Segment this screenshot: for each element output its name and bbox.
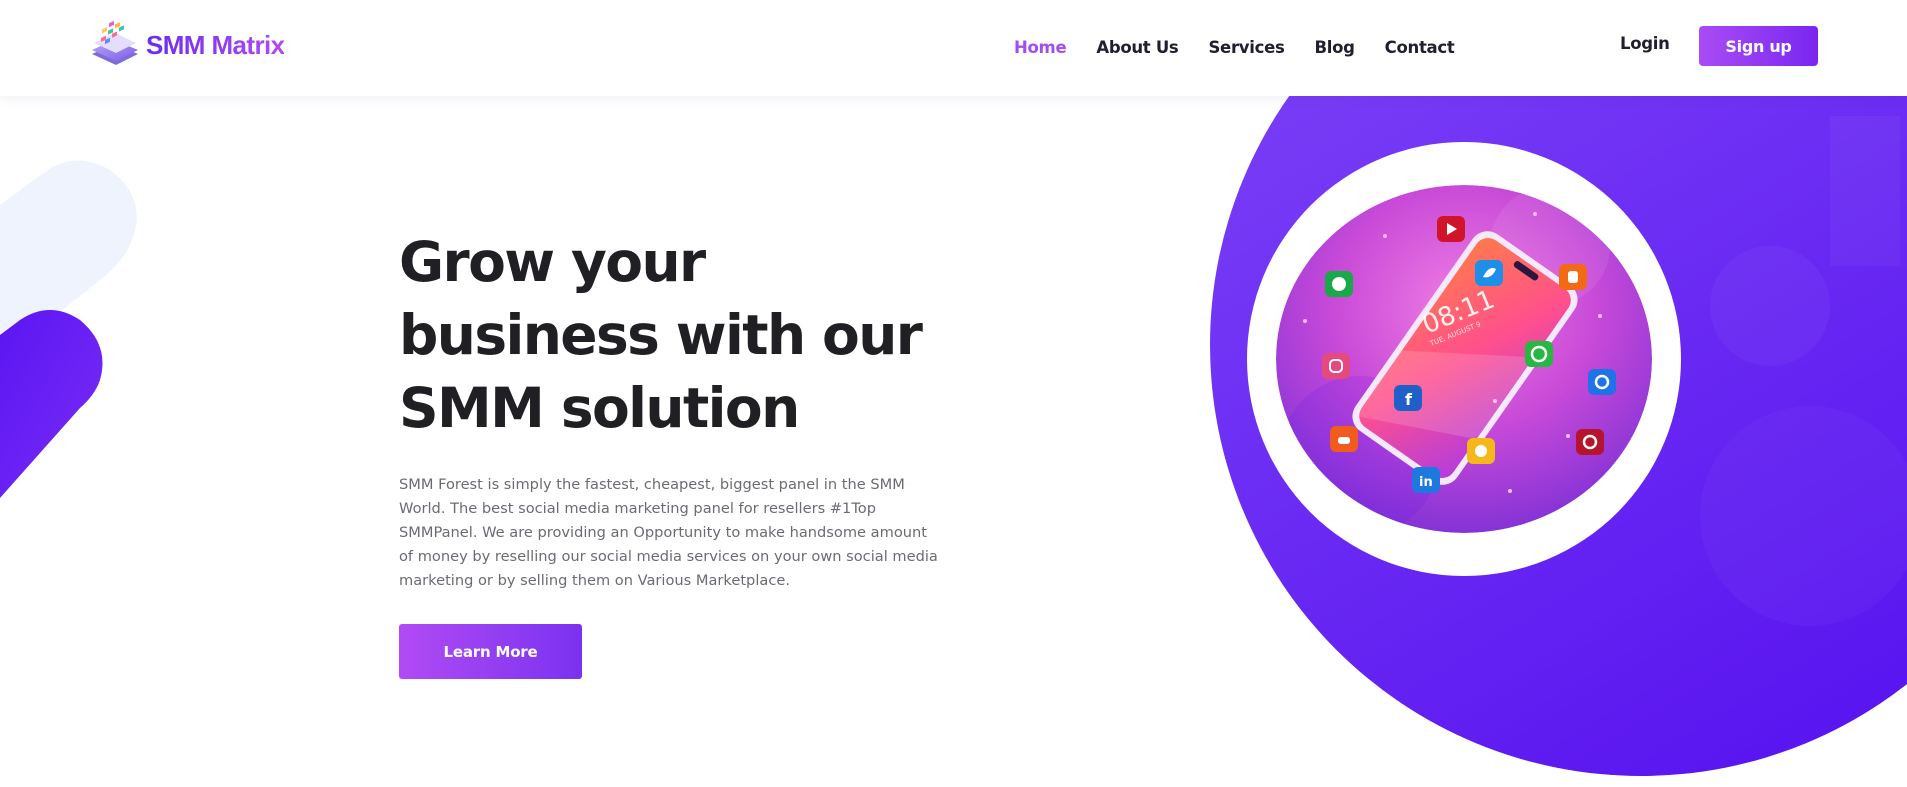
site-header: SMM Matrix Home About Us Services Blog C… xyxy=(0,0,1907,96)
facebook-icon: f xyxy=(1394,385,1422,411)
nav-item-blog[interactable]: Blog xyxy=(1314,38,1354,57)
landing-page: SMM Matrix Home About Us Services Blog C… xyxy=(0,0,1907,787)
pinterest-icon xyxy=(1576,429,1604,455)
nav-item-contact[interactable]: Contact xyxy=(1385,38,1455,57)
snapchat-icon xyxy=(1467,438,1495,464)
hero-title-line: SMM solution xyxy=(399,376,800,440)
brand-name: SMM Matrix xyxy=(146,29,285,60)
hero-description: SMM Forest is simply the fastest, cheape… xyxy=(399,476,938,589)
learn-more-button[interactable]: Learn More xyxy=(399,624,582,679)
linkedin-icon: in xyxy=(1412,467,1440,493)
hero-title-line: Grow your xyxy=(399,230,706,294)
hero-title-line: business with our xyxy=(399,303,923,367)
stacked-layers-icon xyxy=(92,20,138,65)
brand-logo-link[interactable]: SMM Matrix xyxy=(88,20,285,70)
nav-item-home[interactable]: Home xyxy=(1014,38,1067,57)
youtube-icon xyxy=(1437,216,1465,242)
nav-item-about-us[interactable]: About Us xyxy=(1096,38,1178,57)
nav-item-services[interactable]: Services xyxy=(1208,38,1284,57)
whatsapp-icon xyxy=(1525,341,1553,367)
quora-icon xyxy=(1588,369,1616,395)
instagram-icon xyxy=(1322,353,1350,379)
hero-title: Grow your business with our SMM solution xyxy=(399,226,959,445)
signup-button[interactable]: Sign up xyxy=(1699,26,1818,66)
twitter-icon xyxy=(1475,260,1503,286)
decorative-shapes xyxy=(0,160,137,498)
hero-illustration: 08:11 TUE, AUGUST 9 f in xyxy=(1210,96,1907,776)
login-link[interactable]: Login xyxy=(1620,34,1670,53)
soundcloud-icon xyxy=(1330,426,1358,452)
spotify-icon xyxy=(1325,271,1353,297)
svg-text:in: in xyxy=(1419,475,1433,490)
blogger-icon xyxy=(1559,264,1587,290)
svg-text:f: f xyxy=(1405,390,1413,409)
main-nav: Home About Us Services Blog Contact xyxy=(1014,34,1484,60)
